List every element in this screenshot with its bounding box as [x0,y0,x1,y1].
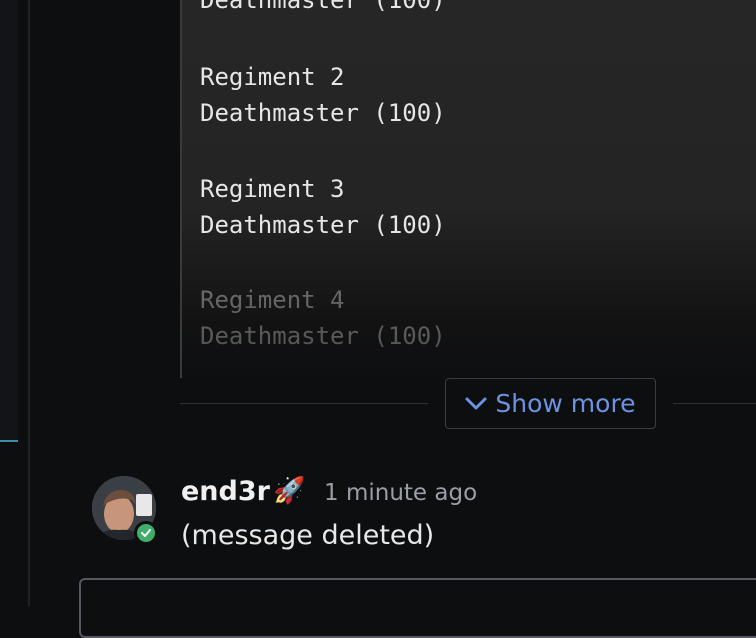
username-link[interactable]: end3r [181,476,270,507]
user-avatar[interactable] [92,476,158,545]
code-line: Regiment 3 [200,175,345,203]
code-line: Deathmaster (100) [200,322,446,350]
message-composer[interactable] [79,578,756,638]
code-line: Deathmaster (100) [200,0,446,14]
divider [180,403,428,404]
code-line: Regiment 4 [200,286,345,314]
message-timestamp[interactable]: 1 minute ago [324,480,477,506]
code-block: Deathmaster (100) Regiment 2 Deathmaster… [180,0,756,378]
sidebar-scroll-indicator [0,440,18,442]
code-line: Deathmaster (100) [200,99,446,127]
code-line: Regiment 2 [200,63,345,91]
show-more-button[interactable]: Show more [445,378,656,429]
show-more-label: Show more [495,389,636,418]
chevron-down-icon [465,397,487,411]
thread-line [28,0,30,606]
message-text: (message deleted) [181,520,435,551]
online-status-icon [134,521,158,545]
rocket-icon: 🚀 [273,476,306,506]
code-line: Deathmaster (100) [200,211,446,239]
left-sidebar-edge [0,0,18,440]
divider [673,403,756,404]
